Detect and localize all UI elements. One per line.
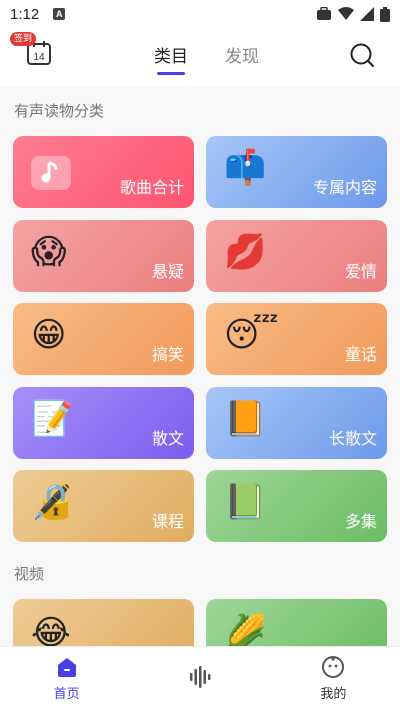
category-label: 专属内容	[312, 178, 377, 197]
screaming-face-icon: 😱	[31, 232, 67, 272]
memo-icon: 📝	[31, 399, 74, 439]
active-tab-indicator	[157, 72, 185, 75]
section-title-audiobooks: 有声读物分类	[14, 102, 105, 120]
category-card-courses[interactable]: 🔏 课程	[13, 470, 194, 542]
checkin-button[interactable]: 14 签到	[0, 28, 60, 84]
category-label: 长散文	[328, 429, 377, 448]
category-card-suspense[interactable]: 😱 悬疑	[13, 220, 194, 292]
sound-wave-icon	[189, 665, 211, 688]
category-card-songs[interactable]: 歌曲合计	[13, 136, 194, 208]
category-label: 课程	[151, 512, 184, 531]
kiss-mark-icon: 💋	[224, 232, 267, 272]
status-time: 1:12	[10, 5, 40, 23]
briefcase-icon	[317, 7, 331, 20]
nav-player[interactable]	[133, 647, 266, 712]
section-title-video: 视频	[14, 565, 45, 583]
category-label: 多集	[344, 512, 377, 531]
category-card-comedy[interactable]: 😁 搞笑	[13, 303, 194, 375]
category-card-romance[interactable]: 💋 爱情	[206, 220, 387, 292]
orange-book-icon: 📙	[224, 399, 267, 439]
category-label: 散文	[151, 429, 184, 448]
category-label: 爱情	[344, 262, 377, 281]
category-label: 搞笑	[151, 345, 184, 364]
profile-face-icon	[322, 656, 345, 678]
category-card-exclusive[interactable]: 📫 专属内容	[206, 136, 387, 208]
nav-profile[interactable]: 我的	[267, 647, 400, 712]
locked-pen-icon: 🔏	[31, 482, 74, 522]
battery-icon	[380, 6, 390, 22]
status-icons	[316, 6, 390, 22]
checkin-badge: 签到	[10, 32, 37, 46]
category-label: 悬疑	[151, 262, 184, 281]
wifi-icon	[338, 7, 354, 20]
category-card-prose[interactable]: 📝 散文	[13, 387, 194, 459]
nav-label: 首页	[53, 687, 80, 702]
music-note-icon	[31, 156, 71, 190]
sleeping-face-icon: 😴	[224, 315, 279, 355]
nav-label: 我的	[320, 687, 347, 702]
category-label: 童话	[344, 345, 377, 364]
search-icon[interactable]	[349, 42, 375, 68]
calendar-day: 14	[33, 52, 45, 63]
green-book-icon: 📗	[224, 482, 267, 522]
mailbox-icon: 📫	[224, 148, 267, 188]
tab-category[interactable]: 类目	[154, 42, 188, 67]
status-notification-icon: A	[53, 8, 66, 20]
category-card-series[interactable]: 📗 多集	[206, 470, 387, 542]
bottom-nav: 首页 我的	[0, 646, 400, 712]
category-card-long-prose[interactable]: 📙 长散文	[206, 387, 387, 459]
home-icon	[57, 658, 76, 677]
status-bar: 1:12 A	[0, 0, 400, 28]
nav-home[interactable]: 首页	[0, 647, 133, 712]
category-card-fairytale[interactable]: 😴 童话	[206, 303, 387, 375]
signal-icon	[360, 7, 374, 21]
category-label: 歌曲合计	[119, 178, 184, 197]
tab-discover[interactable]: 发现	[225, 42, 259, 67]
top-header: 14 签到 类目 发现	[0, 28, 400, 86]
grinning-face-icon: 😁	[31, 315, 67, 355]
